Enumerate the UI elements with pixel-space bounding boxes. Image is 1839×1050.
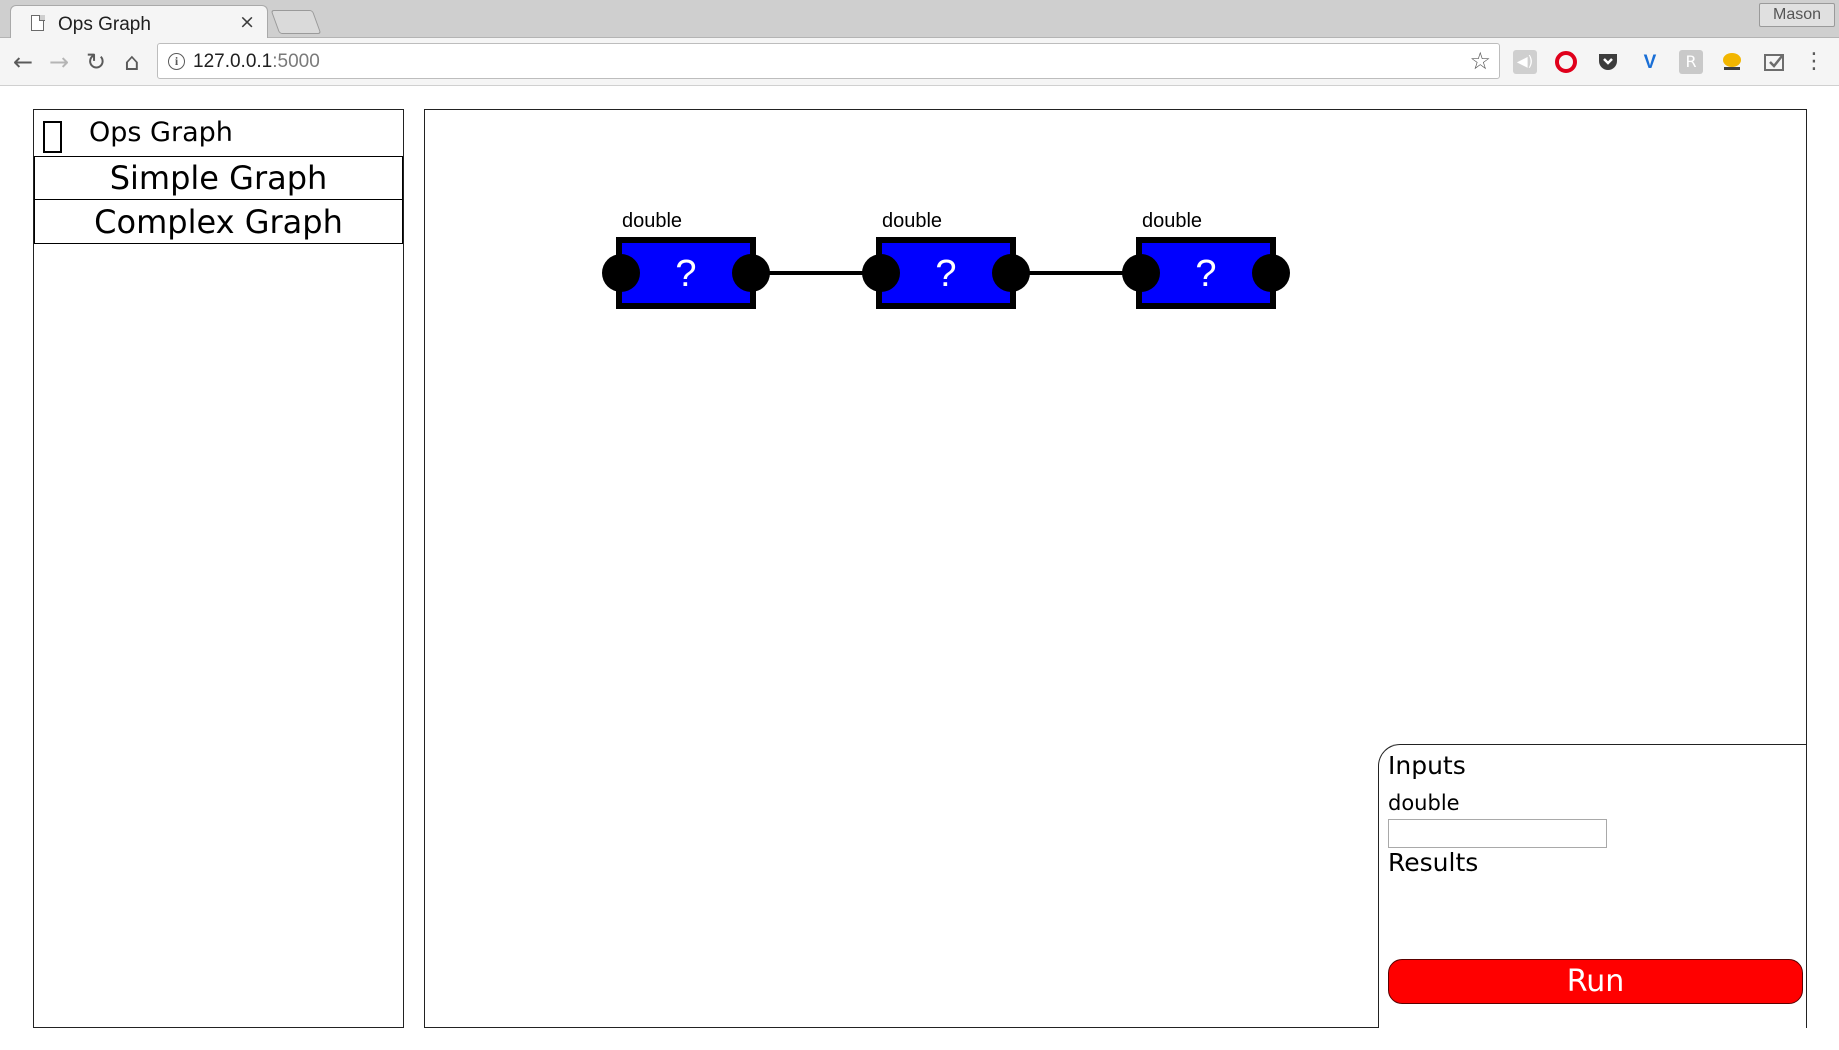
io-panel: Inputs double Results Run: [1378, 744, 1806, 1028]
url-port: :5000: [272, 51, 320, 72]
browser-tab[interactable]: Ops Graph ×: [10, 5, 268, 39]
node-label: double: [622, 210, 682, 232]
sidebar-header: Ops Graph: [34, 110, 403, 156]
opera-icon[interactable]: [1554, 50, 1578, 74]
info-icon[interactable]: i: [168, 53, 185, 70]
pocket-save-icon[interactable]: [1762, 50, 1786, 74]
input-port[interactable]: [602, 254, 640, 292]
missing-glyph-icon: [43, 121, 62, 153]
chat-icon[interactable]: [1720, 50, 1744, 74]
sidebar: Ops Graph Simple Graph Complex Graph: [33, 109, 404, 1028]
url-host: 127.0.0.1: [193, 51, 273, 72]
output-port[interactable]: [992, 254, 1030, 292]
browser-toolbar: ← → ↻ ⌂ i 127.0.0.1:5000 ☆ ◀) V R ⋮: [0, 38, 1839, 86]
sidebar-title: Ops Graph: [89, 117, 233, 148]
new-tab-button[interactable]: [270, 10, 322, 34]
input-port[interactable]: [862, 254, 900, 292]
forward-icon[interactable]: →: [43, 46, 75, 78]
browser-tab-strip: Ops Graph × Mason: [0, 0, 1839, 39]
output-port[interactable]: [1252, 254, 1290, 292]
double-input-field[interactable]: [1388, 819, 1607, 848]
graph-node[interactable]: double ?: [602, 210, 770, 309]
star-icon[interactable]: ☆: [1469, 47, 1491, 75]
graph-canvas[interactable]: double ? double ? double ? Inputs double…: [424, 109, 1807, 1028]
complex-graph-button[interactable]: Complex Graph: [34, 200, 403, 244]
reload-icon[interactable]: ↻: [80, 46, 112, 78]
inputs-heading: Inputs: [1388, 751, 1466, 780]
node-value: ?: [935, 253, 956, 295]
graph-svg: double ? double ? double ?: [602, 210, 1290, 309]
page-icon: [31, 14, 45, 31]
address-bar[interactable]: i 127.0.0.1:5000 ☆: [157, 43, 1500, 79]
url-text: 127.0.0.1:5000: [193, 51, 320, 73]
home-icon[interactable]: ⌂: [116, 46, 148, 78]
node-label: double: [1142, 210, 1202, 232]
node-value: ?: [1195, 253, 1216, 295]
node-label: double: [882, 210, 942, 232]
close-icon[interactable]: ×: [239, 12, 255, 32]
back-icon[interactable]: ←: [7, 46, 39, 78]
bookmark-icon[interactable]: R: [1679, 50, 1703, 74]
graph-node[interactable]: double ?: [1122, 210, 1290, 309]
run-button[interactable]: Run: [1388, 959, 1803, 1004]
speaker-icon[interactable]: ◀): [1513, 50, 1537, 74]
pocket-icon[interactable]: [1596, 50, 1620, 74]
menu-icon[interactable]: ⋮: [1802, 50, 1826, 74]
node-value: ?: [675, 253, 696, 295]
input-label: double: [1388, 791, 1460, 815]
input-port[interactable]: [1122, 254, 1160, 292]
output-port[interactable]: [732, 254, 770, 292]
results-heading: Results: [1388, 848, 1479, 877]
vimeo-icon[interactable]: V: [1638, 50, 1662, 74]
simple-graph-button[interactable]: Simple Graph: [34, 156, 403, 200]
graph-node[interactable]: double ?: [862, 210, 1030, 309]
tab-title: Ops Graph: [58, 14, 151, 35]
profile-button[interactable]: Mason: [1759, 3, 1835, 27]
